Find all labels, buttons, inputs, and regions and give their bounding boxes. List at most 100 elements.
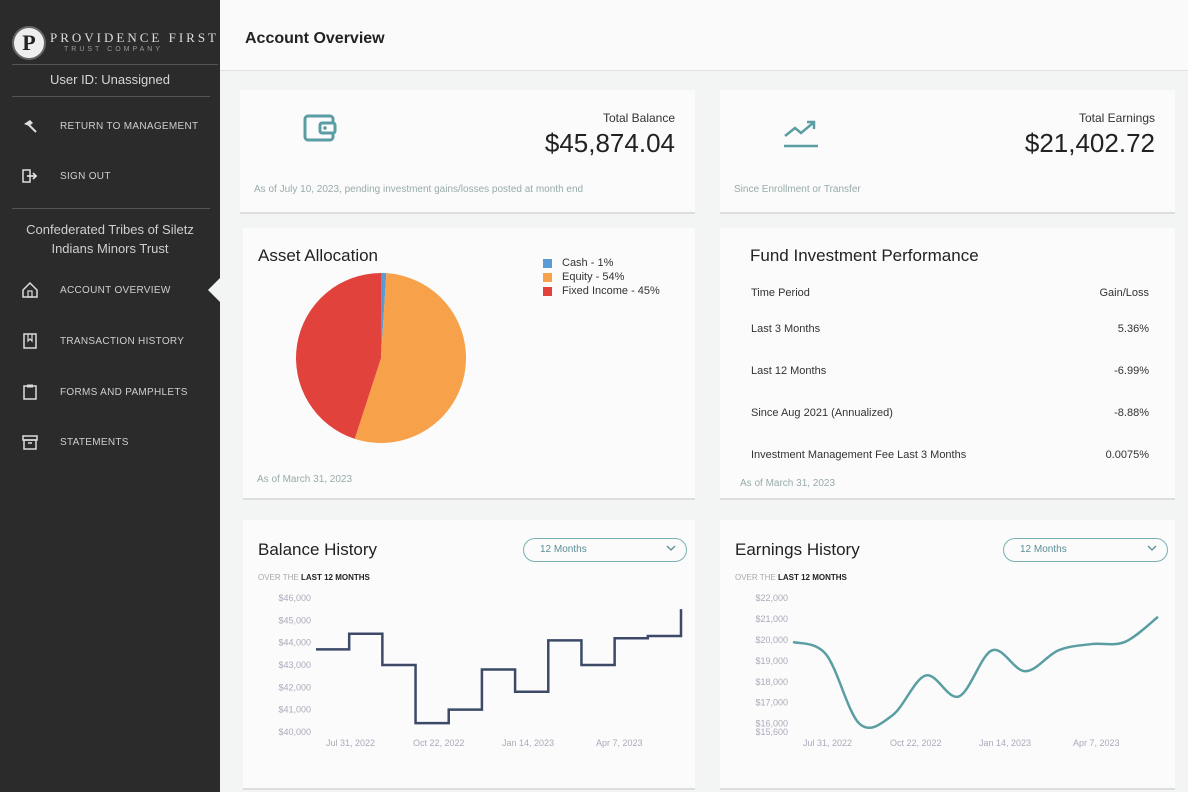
legend-label: Cash - 1% [562, 257, 614, 269]
total-balance-value: $45,874.04 [544, 128, 675, 158]
earnings-history-card: Earnings History 12 Months OVER THE LAST… [720, 520, 1175, 790]
brand-name: PROVIDENCE FIRST [50, 30, 219, 45]
sidebar-item-label: STATEMENTS [60, 436, 129, 448]
total-earnings-note: Since Enrollment or Transfer [734, 184, 861, 195]
select-value: 12 Months [540, 544, 587, 555]
performance-as-of: As of March 31, 2023 [740, 478, 836, 489]
brand-subtitle: TRUST COMPANY [64, 46, 164, 53]
balance-history-chart: $40,000 $41,000 $42,000 $43,000 $44,000 $45,0… [278, 593, 683, 748]
y-tick-label: $43,000 [278, 660, 311, 670]
y-tick-label: $40,000 [278, 727, 311, 737]
active-item-indicator [208, 278, 220, 302]
trend-up-icon [782, 116, 820, 155]
sidebar-item-sign-out[interactable]: SIGN OUT [0, 160, 220, 192]
table-row: Investment Management Fee Last 3 Months … [750, 434, 1150, 476]
x-tick-label: Jul 31, 2022 [326, 738, 375, 748]
gain-loss-cell: 0.0075% [1105, 449, 1149, 461]
y-tick-label: $44,000 [278, 638, 311, 648]
legend-label: Equity - 54% [562, 271, 625, 283]
legend-swatch [543, 272, 552, 282]
total-earnings-value: $21,402.72 [1024, 128, 1155, 158]
x-tick-label: Jul 31, 2022 [803, 738, 852, 748]
earnings-history-subtitle: OVER THE LAST 12 MONTHS [735, 573, 847, 582]
sidebar-divider [12, 96, 210, 97]
total-earnings-card: Total Earnings $21,402.72 Since Enrollme… [720, 90, 1175, 214]
x-tick-label: Jan 14, 2023 [502, 738, 554, 748]
sidebar-item-label: ACCOUNT OVERVIEW [60, 284, 171, 296]
period-cell: Last 12 Months [751, 365, 827, 377]
x-tick-label: Jan 14, 2023 [979, 738, 1031, 748]
sidebar-divider [12, 208, 210, 209]
legend-item: Fixed Income - 45% [543, 284, 660, 298]
sidebar-item-statements[interactable]: STATEMENTS [0, 426, 220, 458]
legend-swatch [543, 286, 552, 296]
page-title: Account Overview [245, 30, 385, 47]
column-header: Time Period [751, 287, 810, 299]
gain-loss-cell: 5.36% [1117, 323, 1149, 335]
series-line [792, 615, 1159, 729]
series-line [316, 609, 683, 725]
asset-allocation-card: Asset Allocation Cash - 1% Equity - 54% … [243, 228, 695, 500]
allocation-as-of: As of March 31, 2023 [257, 474, 353, 485]
asset-allocation-title: Asset Allocation [258, 246, 379, 265]
y-tick-label: $19,000 [755, 656, 788, 666]
sidebar-item-forms-and-pamphlets[interactable]: FORMS AND PAMPHLETS [0, 376, 220, 408]
y-tick-label: $42,000 [278, 682, 311, 692]
column-header: Gain/Loss [1099, 287, 1149, 299]
earnings-period-select[interactable]: 12 Months [1003, 538, 1168, 562]
legend-label: Fixed Income - 45% [562, 285, 660, 297]
balance-period-select[interactable]: 12 Months [523, 538, 687, 562]
sign-out-icon [0, 167, 60, 185]
period-cell: Investment Management Fee Last 3 Months [751, 449, 967, 461]
gain-loss-cell: -8.88% [1114, 407, 1149, 419]
period-cell: Since Aug 2021 (Annualized) [751, 407, 893, 419]
balance-history-subtitle: OVER THE LAST 12 MONTHS [258, 573, 370, 582]
sidebar-item-label: SIGN OUT [60, 170, 111, 182]
sidebar-item-label: FORMS AND PAMPHLETS [60, 386, 188, 398]
home-icon [0, 281, 60, 299]
sidebar-item-transaction-history[interactable]: TRANSACTION HISTORY [0, 325, 220, 357]
y-tick-label: $45,000 [278, 615, 311, 625]
x-tick-label: Apr 7, 2023 [1073, 738, 1120, 748]
hammer-icon [0, 117, 60, 135]
gain-loss-cell: -6.99% [1114, 365, 1149, 377]
table-row: Last 12 Months -6.99% [750, 350, 1150, 392]
total-balance-label: Total Balance [602, 111, 675, 125]
sidebar: P PROVIDENCE FIRST TRUST COMPANY User ID… [0, 0, 220, 792]
sidebar-item-account-overview[interactable]: ACCOUNT OVERVIEW [0, 274, 220, 306]
organization-name: Confederated Tribes of Siletz Indians Mi… [26, 222, 194, 256]
y-tick-label: $22,000 [755, 593, 788, 603]
fund-performance-title: Fund Investment Performance [750, 246, 979, 265]
total-earnings-label: Total Earnings [1078, 111, 1155, 125]
table-header-row: Time Period Gain/Loss [750, 278, 1150, 308]
y-tick-label: $17,000 [755, 698, 788, 708]
y-tick-label: $16,000 [755, 719, 788, 729]
user-id: User ID: Unassigned [50, 72, 170, 87]
x-tick-label: Oct 22, 2022 [413, 738, 465, 748]
balance-history-title: Balance History [258, 540, 378, 559]
y-tick-label: $18,000 [755, 677, 788, 687]
x-tick-label: Oct 22, 2022 [890, 738, 942, 748]
book-icon [0, 332, 60, 350]
logo-mark-icon: P [12, 26, 46, 60]
archive-icon [0, 433, 60, 451]
total-balance-card: Total Balance $45,874.04 As of July 10, … [240, 90, 695, 214]
select-value: 12 Months [1020, 544, 1067, 555]
y-tick-label: $20,000 [755, 635, 788, 645]
allocation-pie-chart [296, 273, 466, 443]
period-cell: Last 3 Months [751, 323, 821, 335]
y-tick-label: $46,000 [278, 593, 311, 603]
chevron-down-icon [666, 543, 676, 556]
performance-table: Time Period Gain/Loss Last 3 Months 5.36… [750, 278, 1150, 476]
total-balance-note: As of July 10, 2023, pending investment … [254, 184, 584, 195]
table-row: Last 3 Months 5.36% [750, 308, 1150, 350]
earnings-history-title: Earnings History [735, 540, 860, 559]
fund-performance-card: Fund Investment Performance Time Period … [720, 228, 1175, 500]
legend-item: Equity - 54% [543, 270, 660, 284]
sidebar-item-return-to-management[interactable]: RETURN TO MANAGEMENT [0, 110, 220, 142]
brand-logo[interactable]: P PROVIDENCE FIRST TRUST COMPANY [12, 12, 218, 65]
allocation-legend: Cash - 1% Equity - 54% Fixed Income - 45… [543, 256, 660, 298]
chevron-down-icon [1147, 543, 1157, 556]
table-row: Since Aug 2021 (Annualized) -8.88% [750, 392, 1150, 434]
legend-swatch [543, 258, 552, 268]
